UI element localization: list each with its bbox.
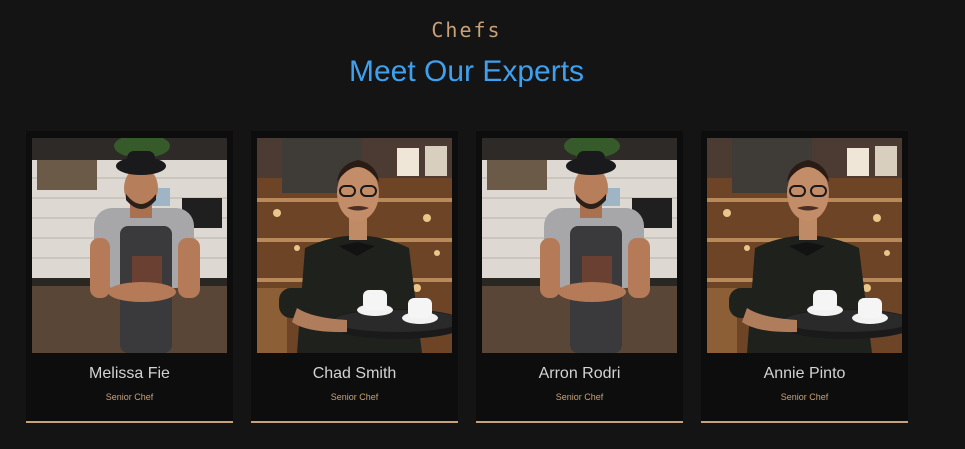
barista-photo [32, 138, 227, 353]
chef-role: Senior Chef [105, 392, 154, 402]
team-card[interactable]: Melissa Fie Senior Chef [26, 131, 233, 423]
team-card[interactable]: Chad Smith Senior Chef [251, 131, 458, 423]
chef-name: Annie Pinto [763, 365, 846, 382]
team-card[interactable]: Annie Pinto Senior Chef [701, 131, 908, 423]
chef-name: Chad Smith [312, 365, 397, 382]
waiter-photo [707, 138, 902, 353]
team-grid: Melissa Fie Senior Chef Chad Smith Senio… [26, 131, 926, 423]
waiter-photo [257, 138, 452, 353]
chef-name: Arron Rodri [538, 365, 621, 382]
chef-photo [32, 138, 227, 353]
chef-role: Senior Chef [330, 392, 379, 402]
chef-name: Melissa Fie [89, 365, 170, 382]
chef-role: Senior Chef [780, 392, 829, 402]
chef-photo [707, 138, 902, 353]
chef-photo [482, 138, 677, 353]
barista-photo [482, 138, 677, 353]
chef-photo [257, 138, 452, 353]
team-card[interactable]: Arron Rodri Senior Chef [476, 131, 683, 423]
section-title: Meet Our Experts [348, 55, 585, 88]
section-eyebrow: Chefs [431, 18, 502, 42]
chef-role: Senior Chef [555, 392, 604, 402]
